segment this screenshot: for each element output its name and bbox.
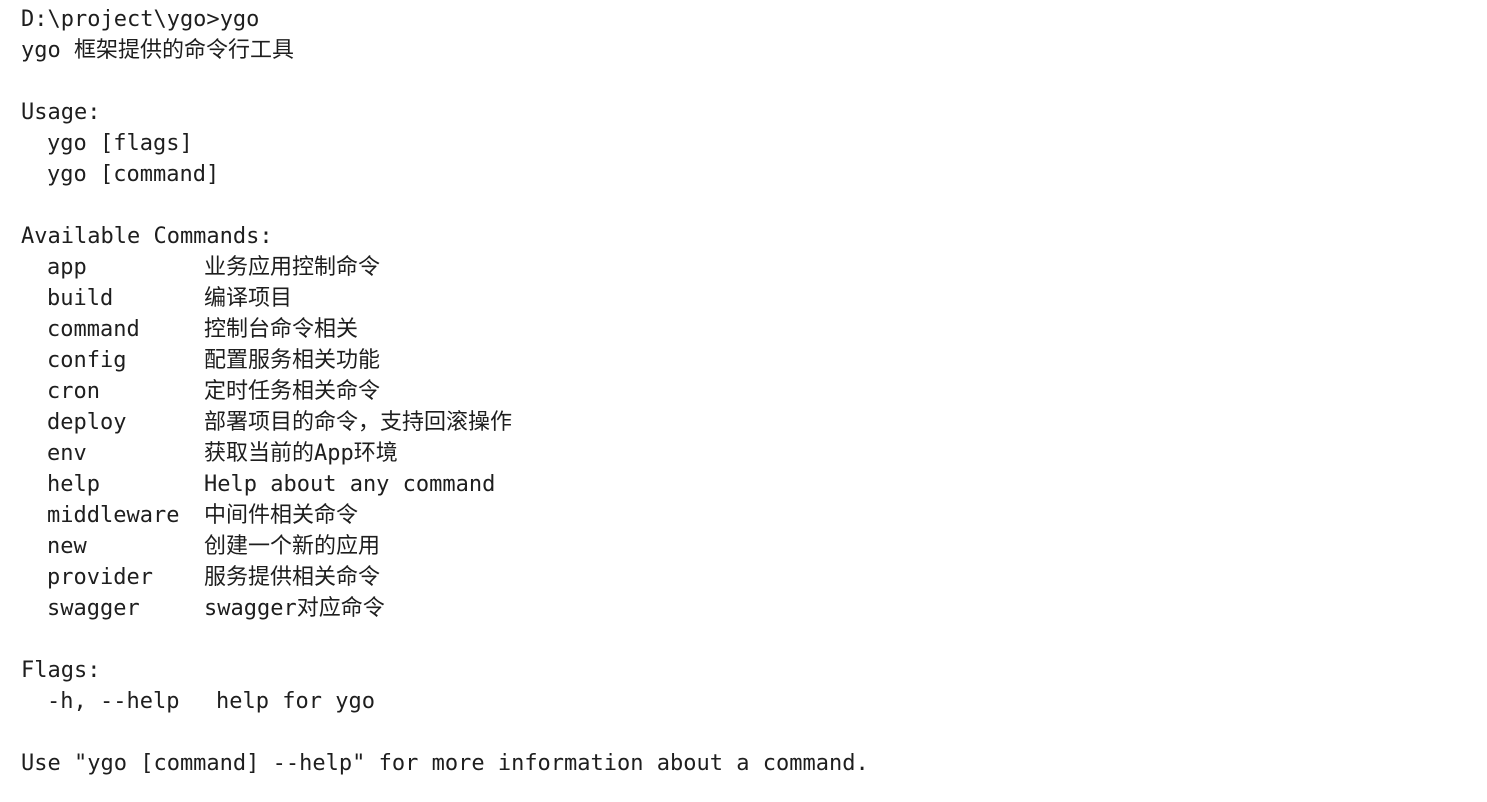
command-name: env [47, 441, 87, 466]
command-name: command [47, 317, 140, 342]
command-name: build [47, 286, 114, 311]
command-row-new: new 创建一个新的应用 [21, 531, 1487, 562]
command-desc: 中间件相关命令 [204, 503, 359, 528]
flag-desc: help for ygo [216, 689, 375, 714]
command-row-env: env 获取当前的App环境 [21, 438, 1487, 469]
command-desc: swagger对应命令 [204, 596, 385, 621]
command-desc: 编译项目 [204, 286, 293, 311]
command-desc: 控制台命令相关 [204, 317, 359, 342]
prompt-command: ygo [219, 7, 260, 32]
command-row-help: help Help about any command [21, 469, 1487, 500]
command-row-command: command 控制台命令相关 [21, 314, 1487, 345]
command-name: new [47, 534, 87, 559]
command-row-build: build 编译项目 [21, 283, 1487, 314]
command-row-swagger: swagger swagger对应命令 [21, 593, 1487, 624]
command-desc: 服务提供相关命令 [204, 565, 381, 590]
command-desc: 配置服务相关功能 [204, 348, 381, 373]
flags-heading: Flags: [21, 658, 101, 683]
usage-line: ygo [command] [47, 162, 220, 187]
command-row-cron: cron 定时任务相关命令 [21, 376, 1487, 407]
command-name: app [47, 255, 87, 280]
command-desc: 业务应用控制命令 [204, 255, 381, 280]
prompt-path: D:\project\ygo> [21, 7, 220, 32]
command-name: provider [47, 565, 153, 590]
command-desc: 创建一个新的应用 [204, 534, 381, 559]
usage-line: ygo [flags] [47, 131, 193, 156]
command-row-deploy: deploy 部署项目的命令，支持回滚操作 [21, 407, 1487, 438]
command-desc: 定时任务相关命令 [204, 379, 381, 404]
footer-hint: Use "ygo [command] --help" for more info… [21, 751, 869, 776]
flag-row-help: -h, --help help for ygo [21, 686, 1487, 717]
command-name: cron [47, 379, 100, 404]
command-row-config: config 配置服务相关功能 [21, 345, 1487, 376]
command-name: config [47, 348, 127, 373]
command-desc: Help about any command [204, 472, 496, 497]
command-row-provider: provider 服务提供相关命令 [21, 562, 1487, 593]
usage-heading: Usage: [21, 100, 101, 125]
command-name: deploy [47, 410, 127, 435]
terminal-output: D:\project\ygo>ygo ygo 框架提供的命令行工具 Usage:… [0, 0, 1487, 802]
description: ygo 框架提供的命令行工具 [21, 38, 294, 63]
flag-name: -h, --help [47, 689, 180, 714]
command-name: swagger [47, 596, 140, 621]
command-desc: 部署项目的命令，支持回滚操作 [204, 410, 513, 435]
command-name: middleware [47, 503, 180, 528]
command-row-app: app 业务应用控制命令 [21, 252, 1487, 283]
command-name: help [47, 472, 100, 497]
command-desc: 获取当前的App环境 [204, 441, 398, 466]
command-row-middleware: middleware 中间件相关命令 [21, 500, 1487, 531]
commands-heading: Available Commands: [21, 224, 273, 249]
prompt-line: D:\project\ygo>ygo [21, 4, 1487, 35]
